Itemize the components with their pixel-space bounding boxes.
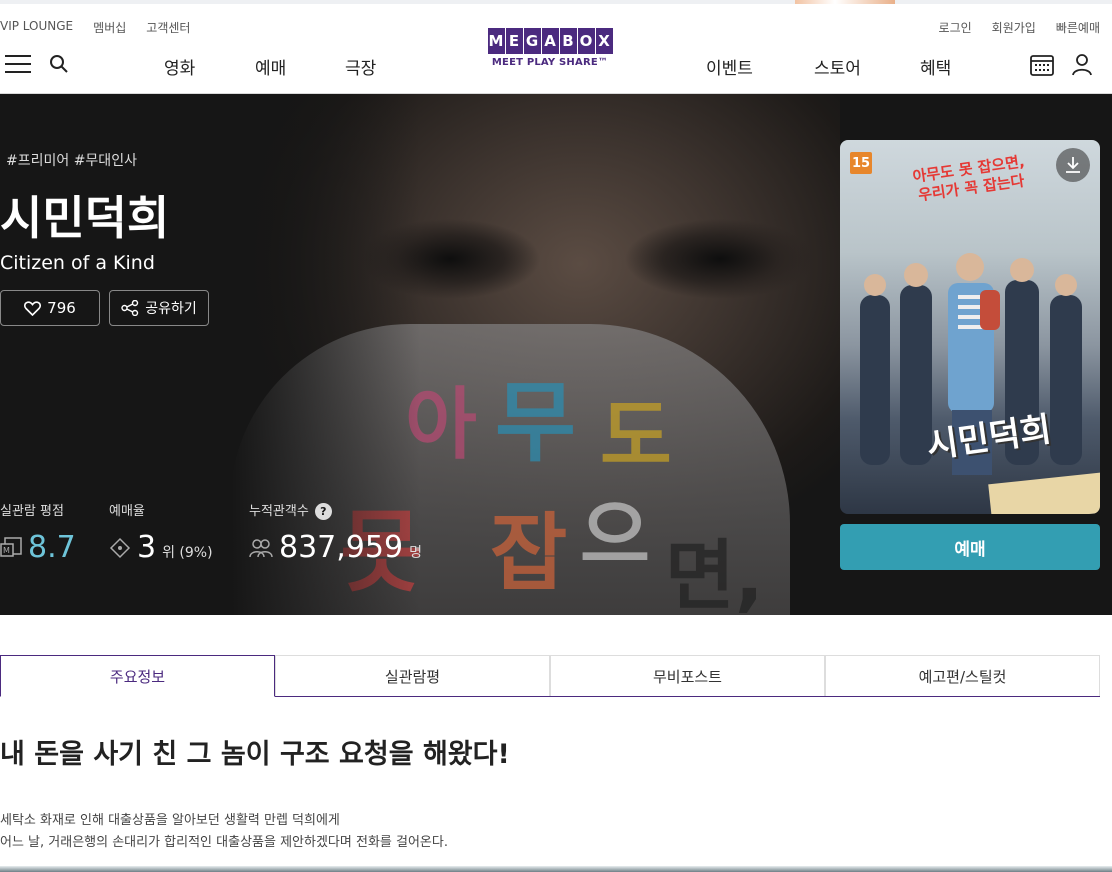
- tab-movie-post[interactable]: 무비포스트: [550, 655, 825, 696]
- rating-label: 실관람 평점: [0, 504, 64, 519]
- poster-torn-paper: [988, 471, 1100, 514]
- hero-text-char: 무: [495, 371, 576, 474]
- logo-letter: G: [523, 28, 541, 54]
- utility-nav-left: VIP LOUNGE 멤버십 고객센터: [0, 19, 190, 36]
- like-count: 796: [47, 299, 76, 317]
- megabox-logo[interactable]: M E G A B O X MEET PLAY SHARE™: [480, 28, 620, 68]
- movie-hero: 아 무 도 못 잡 으 면, #프리미어 #무대인사 시민덕희 Citizen …: [0, 94, 1112, 615]
- rating-value: 8.7: [28, 530, 76, 565]
- logo-letter: M: [487, 28, 505, 54]
- logo-letter: E: [505, 28, 523, 54]
- poster-tagline: 아무도 못 잡으면, 우리가 꼭 잡는다: [898, 150, 1042, 207]
- booking-rate-stat: 3 위 (9%): [109, 530, 213, 565]
- membership-link[interactable]: 멤버십: [93, 19, 126, 36]
- synopsis-text: 세탁소 화재로 인해 대출상품을 알아보던 생활력 만렙 덕희에게 어느 날, …: [0, 810, 448, 854]
- logo-letter: B: [559, 28, 577, 54]
- megabox-rating-icon: M: [0, 536, 22, 557]
- book-button[interactable]: 예매: [840, 524, 1100, 570]
- hero-text-char: 면,: [665, 531, 764, 615]
- tab-trailer-stills[interactable]: 예고편/스틸컷: [825, 655, 1100, 696]
- tab-reviews[interactable]: 실관람평: [275, 655, 550, 696]
- tab-main-info[interactable]: 주요정보: [0, 655, 275, 697]
- logo-letter: O: [577, 28, 595, 54]
- ticket-icon: [109, 537, 131, 558]
- site-header: VIP LOUNGE 멤버십 고객센터 로그인 회원가입 빠른예매 M E G …: [0, 4, 1112, 94]
- movie-title-korean: 시민덕희: [0, 191, 170, 245]
- audience-label-wrap: 누적관객수?: [249, 500, 332, 520]
- share-label: 공유하기: [145, 301, 197, 317]
- audience-icon: [249, 538, 273, 557]
- svg-text:M: M: [3, 546, 10, 555]
- audience-unit: 명: [409, 545, 422, 561]
- nav-movie[interactable]: 영화: [164, 54, 195, 79]
- movie-detail-tabs: 주요정보 실관람평 무비포스트 예고편/스틸컷: [0, 655, 1100, 697]
- nav-event[interactable]: 이벤트: [706, 54, 753, 79]
- age-rating-badge: 15: [850, 152, 872, 174]
- logo-letter: X: [595, 28, 613, 54]
- share-icon: [121, 300, 139, 316]
- nav-store[interactable]: 스토어: [814, 54, 861, 79]
- login-link[interactable]: 로그인: [939, 19, 972, 36]
- synopsis-headline: 내 돈을 사기 친 그 놈이 구조 요청을 해왔다!: [0, 739, 510, 770]
- signup-link[interactable]: 회원가입: [992, 19, 1036, 36]
- audience-stat: 837,959 명: [249, 530, 422, 565]
- logo-wordmark: M E G A B O X: [480, 28, 620, 54]
- customer-center-link[interactable]: 고객센터: [146, 19, 190, 36]
- hero-text-char: 으: [580, 491, 650, 580]
- logo-letter: A: [541, 28, 559, 54]
- calendar-icon[interactable]: [1028, 52, 1056, 78]
- help-icon[interactable]: ?: [314, 503, 332, 520]
- booking-rate-label: 예매율: [109, 504, 145, 519]
- share-button[interactable]: 공유하기: [109, 290, 209, 326]
- movie-poster[interactable]: 15 아무도 못 잡으면, 우리가 꼭 잡는다 시민덕희: [840, 140, 1100, 514]
- synopsis-line: 어느 날, 거래은행의 손대리가 합리적인 대출상품을 제안하겠다며 전화를 걸…: [0, 835, 448, 850]
- audience-value: 837,959: [279, 530, 404, 565]
- utility-nav-right: 로그인 회원가입 빠른예매: [939, 19, 1100, 36]
- nav-booking[interactable]: 예매: [255, 54, 286, 79]
- movie-tags: #프리미어 #무대인사: [6, 153, 137, 169]
- booking-rank-suffix: 위 (9%): [162, 545, 213, 561]
- hero-text-char: 도: [600, 392, 672, 482]
- download-icon[interactable]: [1056, 148, 1090, 182]
- quick-booking-link[interactable]: 빠른예매: [1056, 19, 1100, 36]
- hero-text-char: 잡: [490, 504, 568, 602]
- search-icon[interactable]: [47, 52, 71, 76]
- rating-stat: M 8.7: [0, 530, 76, 565]
- audience-label: 누적관객수: [249, 504, 309, 519]
- nav-benefit[interactable]: 혜택: [920, 54, 951, 79]
- movie-title-english: Citizen of a Kind: [0, 252, 155, 274]
- nav-theater[interactable]: 극장: [345, 54, 376, 79]
- heart-icon: [24, 300, 42, 316]
- page-bottom-edge: [0, 866, 1112, 872]
- hamburger-menu-icon[interactable]: [4, 52, 32, 76]
- vip-lounge-link[interactable]: VIP LOUNGE: [0, 19, 73, 36]
- synopsis-line: 세탁소 화재로 인해 대출상품을 알아보던 생활력 만렙 덕희에게: [0, 813, 340, 828]
- user-icon[interactable]: [1070, 52, 1094, 78]
- like-button[interactable]: 796: [0, 290, 100, 326]
- booking-rank-value: 3: [137, 530, 157, 565]
- logo-tagline: MEET PLAY SHARE™: [491, 57, 609, 68]
